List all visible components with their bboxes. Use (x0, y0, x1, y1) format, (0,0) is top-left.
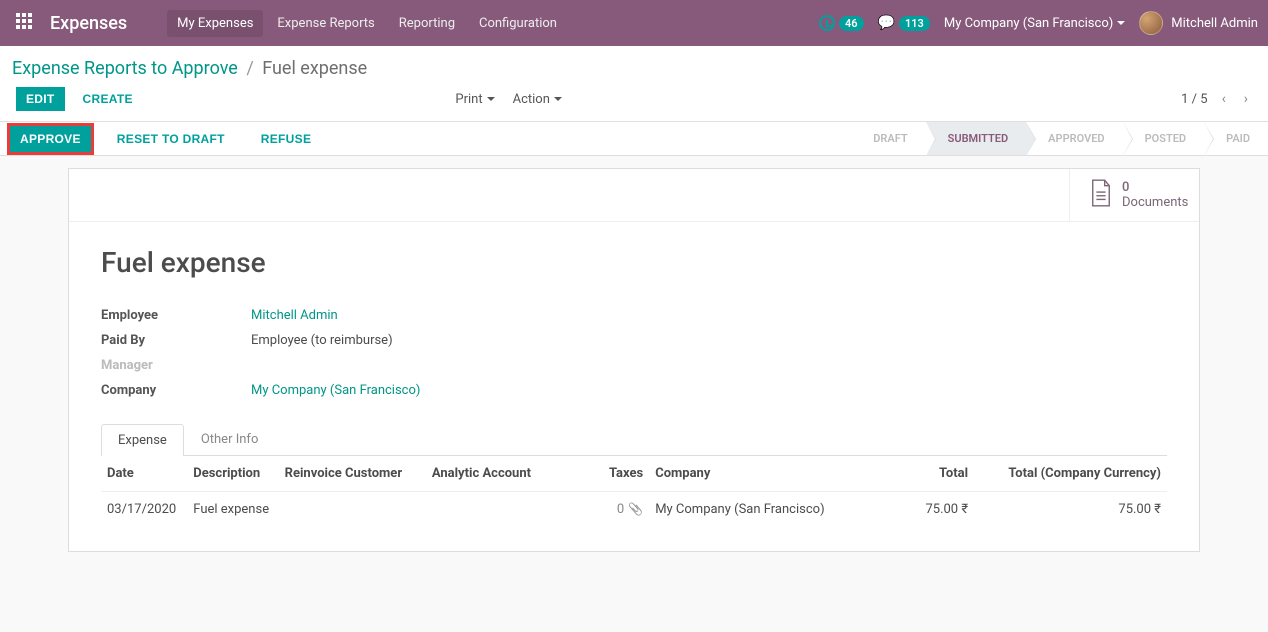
paidby-label: Paid By (101, 333, 251, 348)
th-description[interactable]: Description (187, 456, 278, 492)
refuse-button[interactable]: REFUSE (251, 126, 321, 152)
cell-date: 03/17/2020 (101, 492, 187, 528)
cell-total: 75.00 ₹ (852, 492, 974, 528)
th-date[interactable]: Date (101, 456, 187, 492)
th-total-cc[interactable]: Total (Company Currency) (974, 456, 1167, 492)
chat-icon (878, 15, 895, 31)
cell-reinvoice (279, 492, 426, 528)
chevron-down-icon (1117, 21, 1125, 25)
manager-label: Manager (101, 358, 251, 373)
expense-lines-table: Date Description Reinvoice Customer Anal… (101, 456, 1167, 527)
print-dropdown[interactable]: Print (449, 88, 500, 111)
company-name: My Company (San Francisco) (944, 16, 1113, 31)
document-icon (1090, 179, 1112, 211)
status-bar: APPROVE RESET TO DRAFT REFUSE DRAFT SUBM… (0, 122, 1268, 156)
form-sheet: 0 Documents Fuel expense Employee Mitche… (68, 168, 1200, 552)
nav-my-expenses[interactable]: My Expenses (167, 10, 263, 37)
breadcrumb-separator: / (246, 58, 253, 79)
nav-expense-reports[interactable]: Expense Reports (267, 10, 384, 37)
pager-text: 1 / 5 (1181, 92, 1207, 107)
chevron-down-icon (554, 97, 562, 101)
apps-icon[interactable] (16, 13, 36, 33)
company-selector[interactable]: My Company (San Francisco) (944, 16, 1125, 31)
th-taxes[interactable]: Taxes (578, 456, 649, 492)
breadcrumb-current: Fuel expense (262, 58, 367, 79)
attach-count: 0 (617, 502, 624, 517)
user-menu[interactable]: Mitchell Admin (1139, 11, 1258, 35)
nav-right: 46 113 My Company (San Francisco) Mitche… (819, 11, 1258, 35)
action-dropdown[interactable]: Action (507, 88, 568, 111)
cell-total-cc: 75.00 ₹ (974, 492, 1167, 528)
button-box: 0 Documents (69, 169, 1199, 222)
employee-label: Employee (101, 308, 251, 323)
status-step-posted[interactable]: POSTED (1123, 122, 1205, 155)
th-total[interactable]: Total (852, 456, 974, 492)
pager-next[interactable]: › (1240, 89, 1252, 109)
th-reinvoice[interactable]: Reinvoice Customer (279, 456, 426, 492)
cell-company: My Company (San Francisco) (649, 492, 852, 528)
top-navbar: Expenses My Expenses Expense Reports Rep… (0, 0, 1268, 46)
approve-button[interactable]: APPROVE (10, 126, 91, 152)
user-name: Mitchell Admin (1171, 16, 1258, 31)
tab-expense[interactable]: Expense (101, 424, 184, 456)
table-row[interactable]: 03/17/2020 Fuel expense 0 My Company (Sa… (101, 492, 1167, 528)
breadcrumb: Expense Reports to Approve / Fuel expens… (12, 58, 367, 79)
clock-icon (819, 15, 835, 31)
conversations-indicator[interactable]: 113 (878, 15, 930, 31)
tab-other-info[interactable]: Other Info (184, 423, 276, 455)
create-button[interactable]: CREATE (73, 87, 143, 111)
activity-count: 46 (839, 16, 864, 31)
cell-analytic (426, 492, 578, 528)
control-panel: Expense Reports to Approve / Fuel expens… (0, 46, 1268, 122)
documents-count: 0 (1122, 180, 1188, 195)
breadcrumb-parent[interactable]: Expense Reports to Approve (12, 58, 238, 79)
record-title: Fuel expense (101, 246, 1167, 279)
avatar (1139, 11, 1163, 35)
company-value[interactable]: My Company (San Francisco) (251, 383, 420, 398)
pager-prev[interactable]: ‹ (1218, 89, 1230, 109)
chevron-down-icon (487, 97, 495, 101)
notebook-tabs: Expense Other Info (101, 423, 1167, 456)
app-brand[interactable]: Expenses (50, 13, 127, 34)
attachment-icon[interactable] (628, 502, 643, 517)
edit-button[interactable]: EDIT (16, 87, 65, 111)
th-analytic[interactable]: Analytic Account (426, 456, 578, 492)
cell-description: Fuel expense (187, 492, 278, 528)
nav-configuration[interactable]: Configuration (469, 10, 567, 37)
status-step-approved[interactable]: APPROVED (1026, 122, 1122, 155)
company-label: Company (101, 383, 251, 398)
documents-label: Documents (1122, 195, 1188, 210)
reset-to-draft-button[interactable]: RESET TO DRAFT (107, 126, 235, 152)
cell-taxes: 0 (578, 492, 649, 528)
nav-menu: My Expenses Expense Reports Reporting Co… (167, 10, 819, 37)
documents-stat-button[interactable]: 0 Documents (1069, 169, 1199, 221)
th-company[interactable]: Company (649, 456, 852, 492)
activity-indicator[interactable]: 46 (819, 15, 864, 31)
paidby-value: Employee (to reimburse) (251, 333, 393, 348)
chat-count: 113 (899, 16, 930, 31)
nav-reporting[interactable]: Reporting (389, 10, 465, 37)
status-step-draft[interactable]: DRAFT (851, 122, 925, 155)
status-step-submitted[interactable]: SUBMITTED (926, 122, 1027, 155)
employee-value[interactable]: Mitchell Admin (251, 308, 338, 323)
status-steps: DRAFT SUBMITTED APPROVED POSTED PAID (851, 122, 1268, 155)
